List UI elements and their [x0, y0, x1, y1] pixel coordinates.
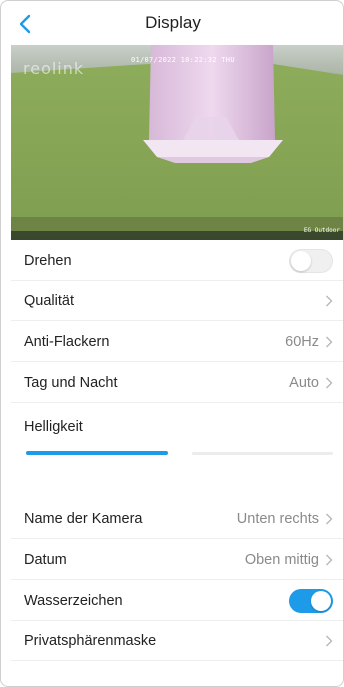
chevron-right-icon — [326, 513, 333, 524]
chevron-right-icon — [326, 377, 333, 388]
row-label: Wasserzeichen — [24, 592, 123, 609]
row-value: Oben mittig — [244, 551, 319, 568]
chevron-right-icon — [326, 295, 333, 306]
toggle-knob — [311, 590, 331, 611]
wasserzeichen-toggle[interactable] — [289, 588, 333, 613]
back-button[interactable] — [15, 13, 35, 35]
row-label: Qualität — [24, 292, 74, 309]
preview-camera-name: EG Outdoor — [303, 227, 340, 234]
row-wasserzeichen[interactable]: Wasserzeichen — [11, 581, 343, 621]
row-tag-und-nacht[interactable]: Tag und Nacht Auto — [11, 363, 343, 403]
watermark-logo: reolink — [23, 59, 85, 78]
chevron-left-icon — [19, 14, 31, 34]
row-value: 60Hz — [285, 333, 319, 350]
toggle-knob — [291, 250, 311, 271]
display-settings-screen: Display reolink 01/07/2022 10:22:32 THU … — [0, 0, 344, 687]
helligkeit-slider[interactable] — [26, 451, 333, 457]
row-qualitaet[interactable]: Qualität — [11, 281, 343, 321]
row-drehen[interactable]: Drehen — [11, 241, 343, 281]
row-label: Datum — [24, 551, 67, 568]
row-anti-flackern[interactable]: Anti-Flackern 60Hz — [11, 322, 343, 362]
row-label: Name der Kamera — [24, 510, 143, 527]
row-value: Unten rechts — [236, 510, 319, 527]
page-title: Display — [145, 13, 201, 32]
row-name-der-kamera[interactable]: Name der Kamera Unten rechts — [11, 499, 343, 539]
drehen-toggle[interactable] — [289, 248, 333, 273]
chevron-right-icon — [326, 635, 333, 646]
camera-preview[interactable]: reolink 01/07/2022 10:22:32 THU EG Outdo… — [11, 45, 343, 240]
row-label: Anti-Flackern — [24, 333, 110, 350]
slider-fill — [26, 451, 168, 455]
slider-track — [192, 452, 333, 455]
helligkeit-label: Helligkeit — [24, 419, 83, 435]
header: Display — [1, 1, 343, 45]
row-datum[interactable]: Datum Oben mittig — [11, 540, 343, 580]
preview-datetime: 01/07/2022 10:22:32 THU — [131, 56, 235, 64]
row-label: Tag und Nacht — [24, 374, 118, 391]
row-label: Drehen — [24, 252, 72, 269]
row-value: Auto — [289, 374, 319, 391]
row-label: Privatsphärenmaske — [24, 632, 157, 649]
chevron-right-icon — [326, 336, 333, 347]
chevron-right-icon — [326, 554, 333, 565]
row-privatsphaerenmaske[interactable]: Privatsphärenmaske — [11, 621, 343, 661]
